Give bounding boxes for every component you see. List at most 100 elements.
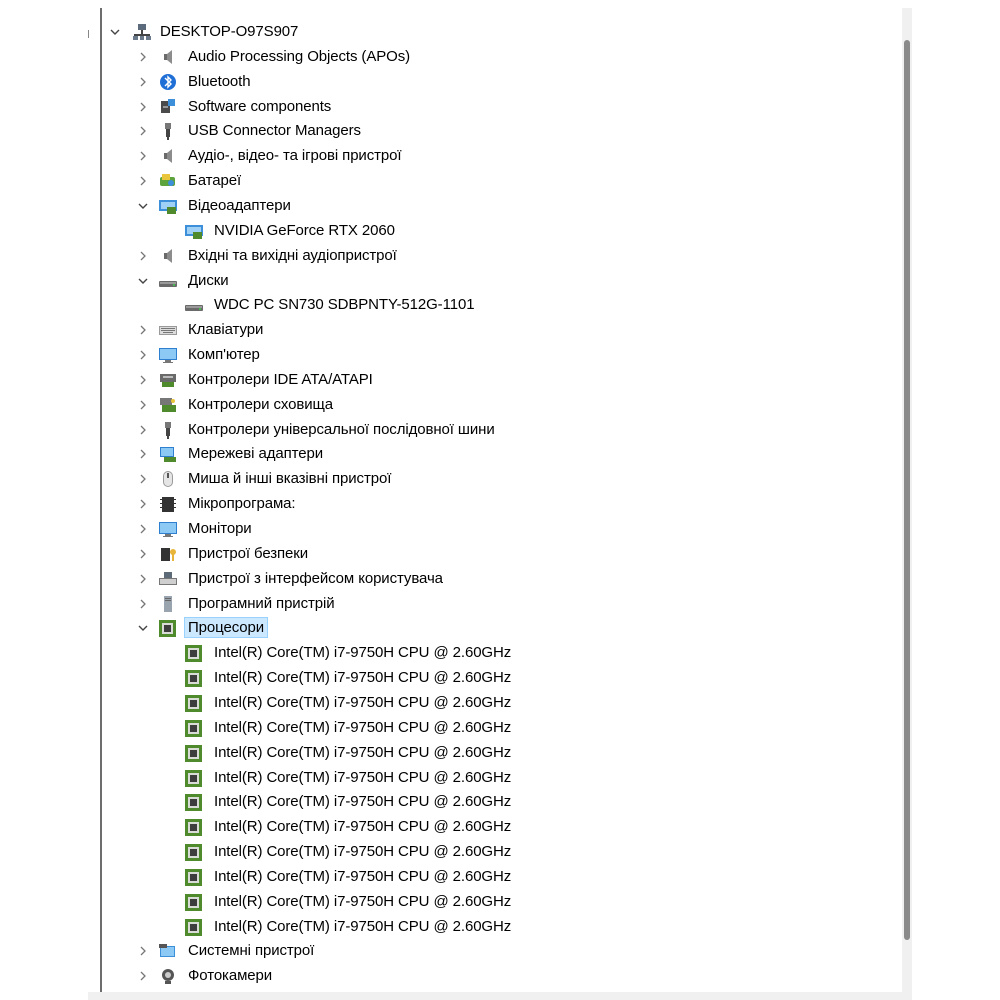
camera-icon	[158, 967, 178, 985]
scrollbar-thumb[interactable]	[904, 40, 910, 940]
tree-category[interactable]: Батареї	[102, 169, 902, 193]
tree-category-label: Процесори	[184, 617, 269, 638]
tree-category-label: Відеоадаптери	[188, 197, 291, 214]
chevron-right-icon[interactable]	[136, 597, 150, 611]
tree-device[interactable]: Intel(R) Core(TM) i7-9750H CPU @ 2.60GHz	[102, 790, 902, 814]
chevron-right-icon[interactable]	[136, 398, 150, 412]
tree-category[interactable]: Аудіо-, відео- та ігрові пристрої	[102, 144, 902, 168]
tree-category-label: Software components	[188, 98, 332, 115]
tree-category-label: Монітори	[188, 520, 252, 537]
bluetooth-icon	[158, 73, 178, 91]
tree-device[interactable]: Intel(R) Core(TM) i7-9750H CPU @ 2.60GHz	[102, 741, 902, 765]
chevron-down-icon[interactable]	[136, 621, 150, 635]
tree-category-label: Комп'ютер	[188, 346, 260, 363]
tree-category-label: Системні пристрої	[188, 942, 315, 959]
chevron-right-icon[interactable]	[136, 323, 150, 337]
tree-device[interactable]: Intel(R) Core(TM) i7-9750H CPU @ 2.60GHz	[102, 815, 902, 839]
tree-category-label: Вхідні та вихідні аудіопристрої	[188, 247, 397, 264]
chevron-down-icon[interactable]	[108, 25, 122, 39]
tree-device[interactable]: WDC PC SN730 SDBPNTY-512G-1101	[102, 293, 902, 317]
chevron-right-icon[interactable]	[136, 50, 150, 64]
chevron-right-icon[interactable]	[136, 249, 150, 263]
tree-category[interactable]: Процесори	[102, 616, 902, 640]
chevron-right-icon[interactable]	[136, 373, 150, 387]
tree-device[interactable]: Intel(R) Core(TM) i7-9750H CPU @ 2.60GHz	[102, 691, 902, 715]
tree-device[interactable]: Intel(R) Core(TM) i7-9750H CPU @ 2.60GHz	[102, 915, 902, 939]
tree-category[interactable]: Відеоадаптери	[102, 194, 902, 218]
tree-category-label: Контролери універсальної послідовної шин…	[188, 421, 495, 438]
chevron-right-icon[interactable]	[136, 423, 150, 437]
chevron-right-icon[interactable]	[136, 497, 150, 511]
tree-category[interactable]: Монітори	[102, 517, 902, 541]
tree-root-label: DESKTOP-O97S907	[160, 23, 299, 40]
tree-category[interactable]: Пристрої з інтерфейсом користувача	[102, 567, 902, 591]
tree-category[interactable]: Клавіатури	[102, 318, 902, 342]
chevron-right-icon[interactable]	[136, 472, 150, 486]
chevron-right-icon[interactable]	[136, 348, 150, 362]
tree-device-label: Intel(R) Core(TM) i7-9750H CPU @ 2.60GHz	[214, 843, 512, 860]
tree-device[interactable]: Intel(R) Core(TM) i7-9750H CPU @ 2.60GHz	[102, 890, 902, 914]
tree-category-label: Аудіо-, відео- та ігрові пристрої	[188, 147, 402, 164]
cpu-icon	[184, 868, 204, 886]
tree-category[interactable]: Контролери сховища	[102, 393, 902, 417]
chevron-right-icon[interactable]	[136, 572, 150, 586]
tree-category[interactable]: Програмний пристрій	[102, 592, 902, 616]
chevron-right-icon[interactable]	[136, 969, 150, 983]
tree-device[interactable]: Intel(R) Core(TM) i7-9750H CPU @ 2.60GHz	[102, 766, 902, 790]
chevron-right-icon[interactable]	[136, 100, 150, 114]
tree-category[interactable]: Контролери IDE ATA/ATAPI	[102, 368, 902, 392]
tree-device[interactable]: Intel(R) Core(TM) i7-9750H CPU @ 2.60GHz	[102, 641, 902, 665]
usb-icon	[158, 421, 178, 439]
tree-device[interactable]: NVIDIA GeForce RTX 2060	[102, 219, 902, 243]
chevron-right-icon[interactable]	[136, 944, 150, 958]
tree-root[interactable]: DESKTOP-O97S907	[102, 20, 902, 44]
cpu-icon	[184, 744, 204, 762]
tree-device[interactable]: Intel(R) Core(TM) i7-9750H CPU @ 2.60GHz	[102, 716, 902, 740]
chevron-down-icon[interactable]	[136, 199, 150, 213]
tree-category[interactable]: Вхідні та вихідні аудіопристрої	[102, 244, 902, 268]
cpu-icon	[184, 918, 204, 936]
tree-device-label: Intel(R) Core(TM) i7-9750H CPU @ 2.60GHz	[214, 744, 512, 761]
chevron-right-icon[interactable]	[136, 522, 150, 536]
tree-category[interactable]: Bluetooth	[102, 70, 902, 94]
tree-device[interactable]: Intel(R) Core(TM) i7-9750H CPU @ 2.60GHz	[102, 865, 902, 889]
security-device-icon	[158, 545, 178, 563]
tree-category-label: Контролери сховища	[188, 396, 333, 413]
tree-device[interactable]: Intel(R) Core(TM) i7-9750H CPU @ 2.60GHz	[102, 666, 902, 690]
chevron-right-icon[interactable]	[136, 174, 150, 188]
tree-category[interactable]: Комп'ютер	[102, 343, 902, 367]
chevron-right-icon[interactable]	[136, 149, 150, 163]
usb-icon	[158, 122, 178, 140]
network-adapter-icon	[158, 445, 178, 463]
chevron-right-icon[interactable]	[136, 547, 150, 561]
chevron-down-icon[interactable]	[136, 274, 150, 288]
display-adapter-icon	[184, 222, 204, 240]
tree-category[interactable]: Системні пристрої	[102, 939, 902, 963]
chevron-right-icon[interactable]	[136, 75, 150, 89]
tree-category-label: USB Connector Managers	[188, 122, 361, 139]
tree-category[interactable]: Мікропрограма:	[102, 492, 902, 516]
keyboard-icon	[158, 321, 178, 339]
software-component-icon	[158, 98, 178, 116]
tree-category-label: Батареї	[188, 172, 242, 189]
speaker-icon	[158, 247, 178, 265]
tree-device-label: Intel(R) Core(TM) i7-9750H CPU @ 2.60GHz	[214, 694, 512, 711]
tree-device-label: Intel(R) Core(TM) i7-9750H CPU @ 2.60GHz	[214, 644, 512, 661]
cpu-icon	[184, 644, 204, 662]
tree-category[interactable]: Контролери універсальної послідовної шин…	[102, 418, 902, 442]
tree-category-label: Програмний пристрій	[188, 595, 335, 612]
tree-category[interactable]: Software components	[102, 95, 902, 119]
chevron-right-icon[interactable]	[136, 124, 150, 138]
disk-drive-icon	[184, 296, 204, 314]
tree-category[interactable]: USB Connector Managers	[102, 119, 902, 143]
tree-category[interactable]: Миша й інші вказівні пристрої	[102, 467, 902, 491]
chevron-right-icon[interactable]	[136, 447, 150, 461]
monitor-icon	[158, 520, 178, 538]
tree-device-label: Intel(R) Core(TM) i7-9750H CPU @ 2.60GHz	[214, 719, 512, 736]
tree-category[interactable]: Пристрої безпеки	[102, 542, 902, 566]
tree-device[interactable]: Intel(R) Core(TM) i7-9750H CPU @ 2.60GHz	[102, 840, 902, 864]
tree-category[interactable]: Audio Processing Objects (APOs)	[102, 45, 902, 69]
tree-category[interactable]: Диски	[102, 269, 902, 293]
tree-category[interactable]: Фотокамери	[102, 964, 902, 988]
tree-category[interactable]: Мережеві адаптери	[102, 442, 902, 466]
